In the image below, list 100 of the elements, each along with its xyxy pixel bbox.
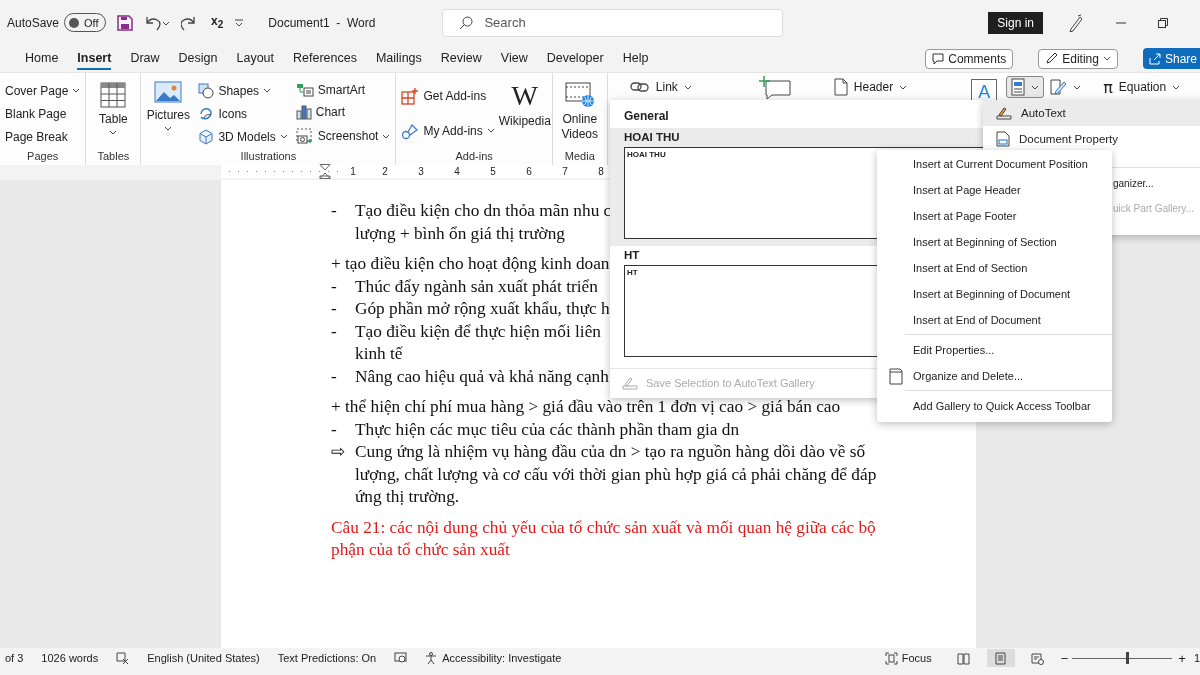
preview-text: HT — [627, 268, 638, 277]
autosave-label: AutoSave — [7, 15, 60, 30]
ribbon-button[interactable]: Page Break — [5, 129, 81, 144]
menu-item[interactable]: Edit Properties... — [877, 337, 1112, 363]
text-predictions-status[interactable]: Text Predictions: On — [277, 652, 377, 664]
comments-button[interactable]: Comments — [925, 48, 1014, 69]
display-settings-icon[interactable] — [394, 652, 408, 664]
focus-button[interactable]: Focus — [884, 651, 932, 665]
caret-icon — [1102, 56, 1111, 61]
shapes-icon — [198, 82, 215, 99]
ribbon-button[interactable]: Shapes — [198, 82, 288, 99]
ribbon-tab[interactable]: Insert — [77, 47, 112, 70]
diagram-icon — [295, 82, 314, 97]
list-marker: - — [331, 418, 338, 441]
ribbon-tab[interactable]: Help — [622, 47, 649, 70]
ribbon-button[interactable]: Get Add-ins — [401, 87, 495, 106]
menu-item[interactable]: Insert at Beginning of Document — [877, 281, 1112, 307]
menu-item[interactable]: AutoText — [983, 100, 1200, 126]
restore-icon[interactable] — [1158, 17, 1168, 28]
sticker-icon — [198, 105, 215, 122]
zoom-percent[interactable]: 1 — [1193, 652, 1200, 664]
ribbon-tab[interactable]: Design — [178, 47, 218, 70]
ribbon-button[interactable]: Online Videos — [557, 77, 602, 150]
ribbon-button[interactable]: SmartArt — [295, 82, 391, 97]
autotext-icon — [996, 106, 1012, 120]
proofing-icon[interactable] — [116, 651, 130, 665]
ribbon-button[interactable]: π Equation — [1098, 76, 1186, 98]
list-item-text: Tạo điều kiện để thực hiện mối liên kinh tế — [355, 320, 601, 365]
accessibility-status[interactable]: Accessibility: Investigate — [425, 651, 562, 665]
caret-icon — [382, 133, 391, 139]
ribbon-button[interactable]: Link — [624, 76, 697, 98]
language-status[interactable]: English (United States) — [147, 652, 260, 664]
bar-chart-icon — [295, 104, 312, 121]
window-title: Document1 - Word — [268, 15, 376, 30]
page-count[interactable]: of 3 — [5, 652, 24, 664]
ribbon-tab[interactable]: Mailings — [375, 47, 422, 70]
editing-button[interactable]: Editing — [1038, 48, 1118, 69]
ribbon-tab[interactable]: Developer — [546, 47, 604, 70]
focus-icon — [884, 651, 898, 665]
logo-letter: W — [511, 81, 538, 111]
document-icon — [889, 367, 903, 385]
menu-item[interactable]: Insert at End of Section — [877, 255, 1112, 281]
ribbon-button[interactable]: Blank Page — [5, 106, 81, 121]
autotext-icon — [622, 376, 638, 390]
subscript-button[interactable]: x$_{2}$ — [211, 14, 224, 31]
sign-in-button[interactable]: Sign in — [988, 11, 1043, 34]
ribbon-tab[interactable]: Layout — [236, 47, 274, 70]
page-icon — [833, 78, 848, 96]
ribbon-button[interactable]: Table — [91, 77, 136, 150]
save-icon[interactable] — [117, 14, 134, 31]
pen-icon[interactable] — [1068, 13, 1084, 32]
list-item-text: Tạo điều kiện cho dn thỏa mãn nhu c lượng + bình ổn giá thị trường — [355, 200, 612, 245]
web-icon — [1031, 651, 1045, 665]
customize-icon[interactable] — [234, 17, 245, 28]
ribbon-tab[interactable]: Review — [440, 47, 482, 70]
ribbon-button[interactable]: Screenshot — [295, 128, 391, 145]
document-property-icon — [996, 131, 1010, 147]
caret-icon — [486, 128, 495, 134]
preview-text: HOAI THU — [627, 150, 666, 159]
video-icon — [564, 81, 595, 109]
ribbon-button[interactable] — [1006, 76, 1045, 98]
word-count[interactable]: 1026 words — [41, 652, 99, 664]
redo-icon[interactable] — [181, 14, 198, 31]
picture-icon — [154, 81, 183, 105]
share-icon — [1148, 52, 1161, 65]
paragraph: + thể hiện chí phí mua hàng > giá đầu vào trên 1 đơn vị cao > giá bán cao — [331, 396, 841, 418]
list-marker: ⇨ — [331, 441, 346, 463]
ribbon-button[interactable]: Chart — [295, 104, 391, 121]
menu-item[interactable]: Insert at End of Document — [877, 307, 1112, 333]
ribbon-button[interactable]: 3D Models — [198, 128, 288, 145]
list-marker: - — [331, 298, 338, 320]
ribbon-button[interactable]: Cover Page — [5, 83, 81, 98]
ribbon-button[interactable]: Icons — [198, 105, 288, 122]
cube-icon — [198, 128, 215, 145]
caret-icon — [899, 84, 908, 90]
share-button[interactable]: Share — [1142, 48, 1200, 69]
zoom-in-button[interactable]: + — [1178, 650, 1186, 666]
ribbon-button[interactable]: Header — [828, 76, 913, 98]
menu-item[interactable]: Document Property — [983, 126, 1200, 152]
accessibility-icon — [425, 651, 439, 665]
link-icon — [629, 80, 650, 94]
view-button[interactable] — [986, 649, 1015, 667]
search-field[interactable]: Search — [442, 8, 784, 37]
ribbon-tab[interactable]: View — [500, 47, 528, 70]
ribbon-button[interactable]: Pictures — [146, 77, 191, 150]
ribbon-tab[interactable]: Home — [25, 47, 59, 70]
caret-icon — [279, 134, 288, 139]
ribbon-tab[interactable]: Draw — [130, 47, 160, 70]
list-item-text: Thúc đẩy ngành sản xuất phát triển — [355, 275, 598, 298]
ribbon-tab[interactable]: References — [293, 47, 357, 70]
gallery-heading: General — [623, 108, 670, 125]
list-marker: - — [331, 320, 338, 343]
pen-icon — [1049, 78, 1068, 96]
grid-plus-icon — [401, 87, 420, 106]
camera-icon — [295, 128, 314, 145]
ribbon-button[interactable]: My Add-ins — [401, 121, 495, 140]
undo-icon[interactable] — [144, 14, 171, 31]
caret-icon — [109, 130, 118, 135]
group-label: Tables — [96, 150, 131, 162]
zoom-out-button[interactable]: − — [1060, 650, 1069, 666]
